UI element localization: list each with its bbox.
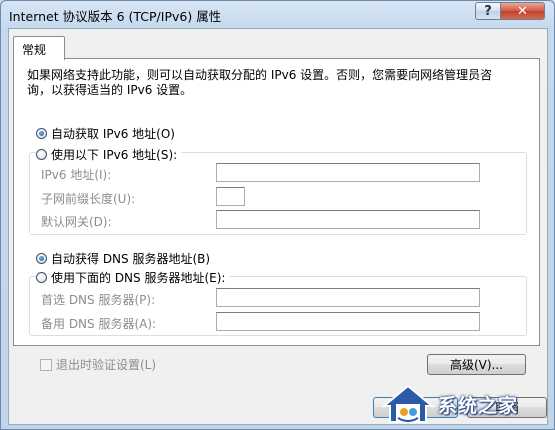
auto-ipv6-label: 自动获取 IPv6 地址(O): [51, 127, 175, 141]
title-bar[interactable]: Internet 协议版本 6 (TCP/IPv6) 属性 ? ✕: [1, 1, 554, 27]
auto-ipv6-radio[interactable]: [36, 128, 47, 139]
alternate-dns-input[interactable]: [216, 312, 480, 331]
description-text: 如果网络支持此功能，则可以自动获取分配的 IPv6 设置。否则，您需要向网络管理…: [27, 68, 527, 98]
ok-button[interactable]: 确定: [373, 397, 458, 418]
default-gateway-label: 默认网关(D):: [41, 215, 112, 229]
help-button[interactable]: ?: [475, 2, 501, 20]
tab-general[interactable]: 常规: [13, 36, 65, 60]
auto-ipv6-option[interactable]: 自动获取 IPv6 地址(O): [36, 125, 175, 142]
validate-on-exit-option: 退出时验证设置(L): [40, 356, 156, 373]
ipv6-address-label: IPv6 地址(I):: [41, 168, 112, 182]
close-icon: ✕: [517, 3, 528, 19]
subnet-prefix-label: 子网前缀长度(U):: [41, 192, 136, 206]
manual-ipv6-label: 使用以下 IPv6 地址(S):: [51, 148, 178, 162]
preferred-dns-input[interactable]: [216, 288, 480, 307]
manual-dns-option[interactable]: 使用下面的 DNS 服务器地址(E):: [36, 269, 230, 286]
description-line-1: 如果网络支持此功能，则可以自动获取分配的 IPv6 设置。否则，您需要向网络管理…: [27, 68, 493, 82]
advanced-button[interactable]: 高级(V)...: [427, 354, 526, 375]
help-icon: ?: [484, 3, 492, 19]
validate-on-exit-label: 退出时验证设置(L): [56, 358, 157, 372]
cancel-button[interactable]: 取消: [467, 397, 547, 418]
manual-dns-label: 使用下面的 DNS 服务器地址(E):: [51, 271, 226, 285]
close-button[interactable]: ✕: [500, 2, 545, 20]
auto-dns-radio[interactable]: [36, 253, 47, 264]
manual-dns-radio[interactable]: [36, 272, 47, 283]
subnet-prefix-input[interactable]: [216, 187, 245, 206]
alternate-dns-label: 备用 DNS 服务器(A):: [41, 317, 157, 331]
validate-on-exit-checkbox: [40, 358, 52, 371]
ipv6-address-input[interactable]: [216, 163, 480, 182]
auto-dns-label: 自动获得 DNS 服务器地址(B): [51, 252, 211, 266]
description-line-2: 询，以获得适当的 IPv6 设置。: [27, 83, 193, 97]
auto-dns-option[interactable]: 自动获得 DNS 服务器地址(B): [36, 250, 210, 267]
manual-ipv6-option[interactable]: 使用以下 IPv6 地址(S):: [36, 146, 182, 163]
default-gateway-input[interactable]: [216, 210, 480, 229]
window-title: Internet 协议版本 6 (TCP/IPv6) 属性: [9, 9, 222, 24]
tab-general-label: 常规: [22, 43, 47, 57]
manual-ipv6-radio[interactable]: [36, 149, 47, 160]
preferred-dns-label: 首选 DNS 服务器(P):: [41, 293, 156, 307]
